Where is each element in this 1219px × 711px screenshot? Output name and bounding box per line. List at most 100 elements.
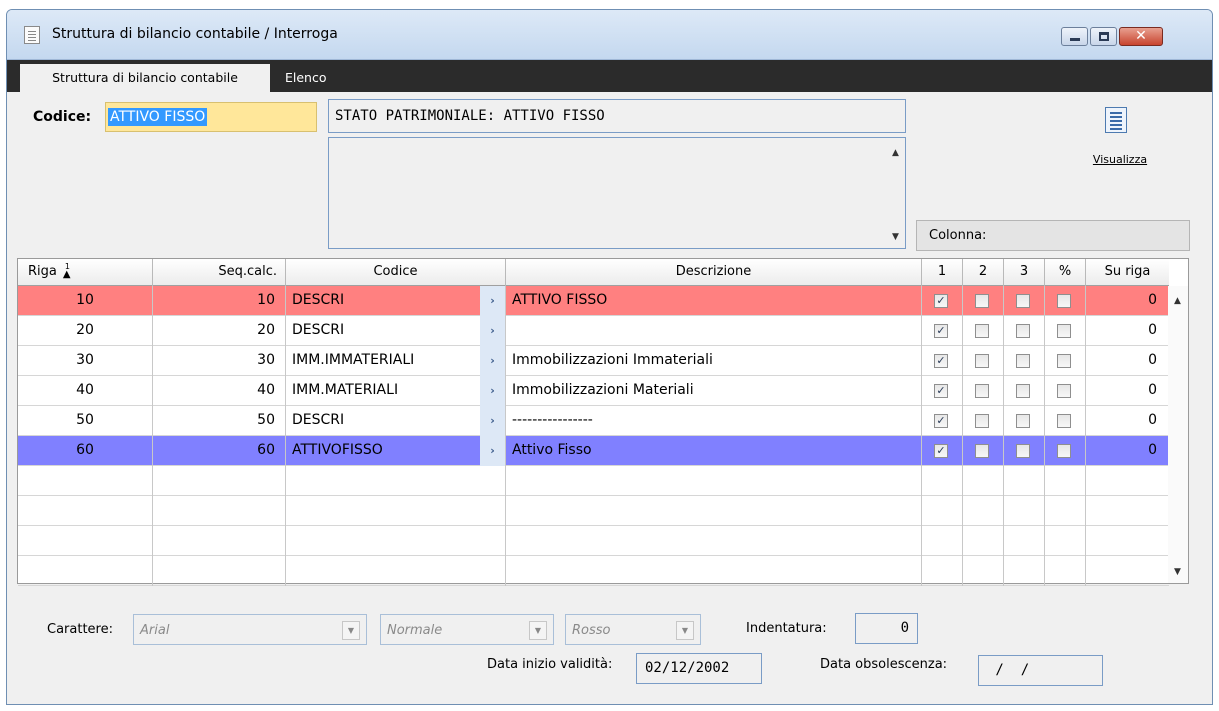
data-obsolescenza-input[interactable]: / / [978, 655, 1103, 686]
style-select[interactable]: Normale ▼ [380, 614, 554, 645]
checkbox-c1[interactable]: ✓ [934, 294, 948, 308]
checkbox-pct[interactable] [1057, 324, 1071, 338]
checkbox-c1[interactable]: ✓ [934, 324, 948, 338]
cell-check-pct [1045, 526, 1086, 556]
checkbox-c1[interactable]: ✓ [934, 354, 948, 368]
color-select[interactable]: Rosso ▼ [565, 614, 701, 645]
checkbox-c1[interactable]: ✓ [934, 384, 948, 398]
memo-scrollbar[interactable]: ▲ ▼ [887, 138, 905, 248]
zoom-button[interactable]: › [480, 376, 506, 406]
visualizza-button[interactable]: Visualizza [1084, 101, 1156, 173]
checkbox-c3[interactable] [1016, 414, 1030, 428]
checkbox-pct[interactable] [1057, 294, 1071, 308]
col-header-3[interactable]: 3 [1004, 259, 1045, 286]
zoom-button[interactable]: › [480, 346, 506, 376]
table-row[interactable] [18, 556, 1169, 586]
scroll-up-icon[interactable]: ▲ [1174, 296, 1181, 306]
checkbox-c2[interactable] [975, 384, 989, 398]
checkbox-c1[interactable]: ✓ [934, 414, 948, 428]
chevron-down-icon: ▼ [342, 621, 360, 640]
scroll-up-icon[interactable]: ▲ [892, 148, 899, 158]
list-icon [1105, 107, 1127, 133]
col-riga-label: Riga [28, 264, 57, 279]
checkbox-c3[interactable] [1016, 324, 1030, 338]
checkbox-c2[interactable] [975, 444, 989, 458]
checkbox-c3[interactable] [1016, 294, 1030, 308]
checkbox-c3[interactable] [1016, 354, 1030, 368]
checkbox-c3[interactable] [1016, 444, 1030, 458]
checkbox-pct[interactable] [1057, 384, 1071, 398]
checkbox-pct[interactable] [1057, 444, 1071, 458]
checkbox-c1[interactable]: ✓ [934, 444, 948, 458]
close-button[interactable]: ✕ [1119, 27, 1163, 46]
cell-descrizione: ATTIVO FISSO [506, 286, 922, 316]
indentatura-input[interactable]: 0 [855, 613, 918, 644]
tab-elenco[interactable]: Elenco [285, 64, 327, 92]
close-icon: ✕ [1135, 28, 1147, 44]
col-header-percent[interactable]: % [1045, 259, 1086, 286]
codice-input[interactable]: ATTIVO FISSO [105, 102, 317, 132]
table-row[interactable]: 10 10 DESCRI › ATTIVO FISSO ✓ 0 [18, 286, 1169, 316]
cell-codice: IMM.MATERIALI [292, 382, 399, 398]
cell-descrizione: Immobilizzazioni Immateriali [506, 346, 922, 376]
table-row[interactable] [18, 526, 1169, 556]
cell-check-c2 [963, 496, 1004, 526]
cell-descrizione: ---------------- [506, 406, 922, 436]
table-row[interactable] [18, 496, 1169, 526]
cell-check-c2 [963, 466, 1004, 496]
cell-riga [18, 496, 153, 526]
col-header-2[interactable]: 2 [963, 259, 1004, 286]
scroll-down-icon[interactable]: ▼ [892, 232, 899, 242]
checkbox-c2[interactable] [975, 324, 989, 338]
checkbox-c2[interactable] [975, 294, 989, 308]
data-inizio-label: Data inizio validità: [487, 657, 613, 672]
col-header-riga[interactable]: Riga 1 ▲ [18, 259, 153, 286]
cell-codice [286, 526, 506, 556]
descrizione-field[interactable]: STATO PATRIMONIALE: ATTIVO FISSO [328, 99, 906, 133]
table-row[interactable]: 60 60 ATTIVOFISSO › Attivo Fisso ✓ 0 [18, 436, 1169, 466]
cell-descrizione [506, 526, 922, 556]
cell-check-c3 [1004, 406, 1045, 436]
cell-check-c1: ✓ [922, 286, 963, 316]
grid-scrollbar[interactable]: ▲ ▼ [1168, 286, 1188, 583]
col-header-descrizione[interactable]: Descrizione [506, 259, 922, 286]
table-row[interactable]: 30 30 IMM.IMMATERIALI › Immobilizzazioni Imm… [18, 346, 1169, 376]
scroll-down-icon[interactable]: ▼ [1174, 567, 1181, 577]
checkbox-pct[interactable] [1057, 414, 1071, 428]
cell-riga: 40 [18, 376, 153, 406]
table-row[interactable] [18, 466, 1169, 496]
col-header-su-riga[interactable]: Su riga [1086, 259, 1169, 286]
cell-codice [286, 556, 506, 586]
checkbox-c3[interactable] [1016, 384, 1030, 398]
cell-riga: 60 [18, 436, 153, 466]
data-inizio-input[interactable]: 02/12/2002 [636, 653, 762, 684]
document-icon [24, 26, 40, 44]
color-select-value: Rosso [572, 623, 611, 638]
maximize-icon [1099, 32, 1109, 41]
cell-check-c3 [1004, 286, 1045, 316]
col-header-1[interactable]: 1 [922, 259, 963, 286]
zoom-button[interactable]: › [480, 436, 506, 466]
zoom-button[interactable]: › [480, 316, 506, 346]
cell-su-riga: 0 [1148, 412, 1157, 428]
checkbox-c2[interactable] [975, 354, 989, 368]
table-row[interactable]: 40 40 IMM.MATERIALI › Immobilizzazioni Mater… [18, 376, 1169, 406]
zoom-button[interactable]: › [480, 286, 506, 316]
checkbox-c2[interactable] [975, 414, 989, 428]
sort-asc-icon: 1 ▲ [63, 262, 71, 288]
tab-struttura[interactable]: Struttura di bilancio contabile [20, 64, 270, 92]
cell-seq-calc: 30 [153, 346, 286, 376]
cell-descrizione [506, 496, 922, 526]
checkbox-pct[interactable] [1057, 354, 1071, 368]
col-header-codice[interactable]: Codice [286, 259, 506, 286]
col-header-seq[interactable]: Seq.calc. [153, 259, 286, 286]
tab-bar: Struttura di bilancio contabile Elenco [7, 60, 1212, 92]
table-row[interactable]: 50 50 DESCRI › ---------------- ✓ 0 [18, 406, 1169, 436]
font-select[interactable]: Arial ▼ [133, 614, 367, 645]
minimize-button[interactable] [1061, 27, 1088, 46]
zoom-button[interactable]: › [480, 406, 506, 436]
note-memo[interactable]: ▲ ▼ [328, 137, 906, 249]
cell-check-c1: ✓ [922, 376, 963, 406]
maximize-button[interactable] [1090, 27, 1117, 46]
table-row[interactable]: 20 20 DESCRI › ✓ 0 [18, 316, 1169, 346]
